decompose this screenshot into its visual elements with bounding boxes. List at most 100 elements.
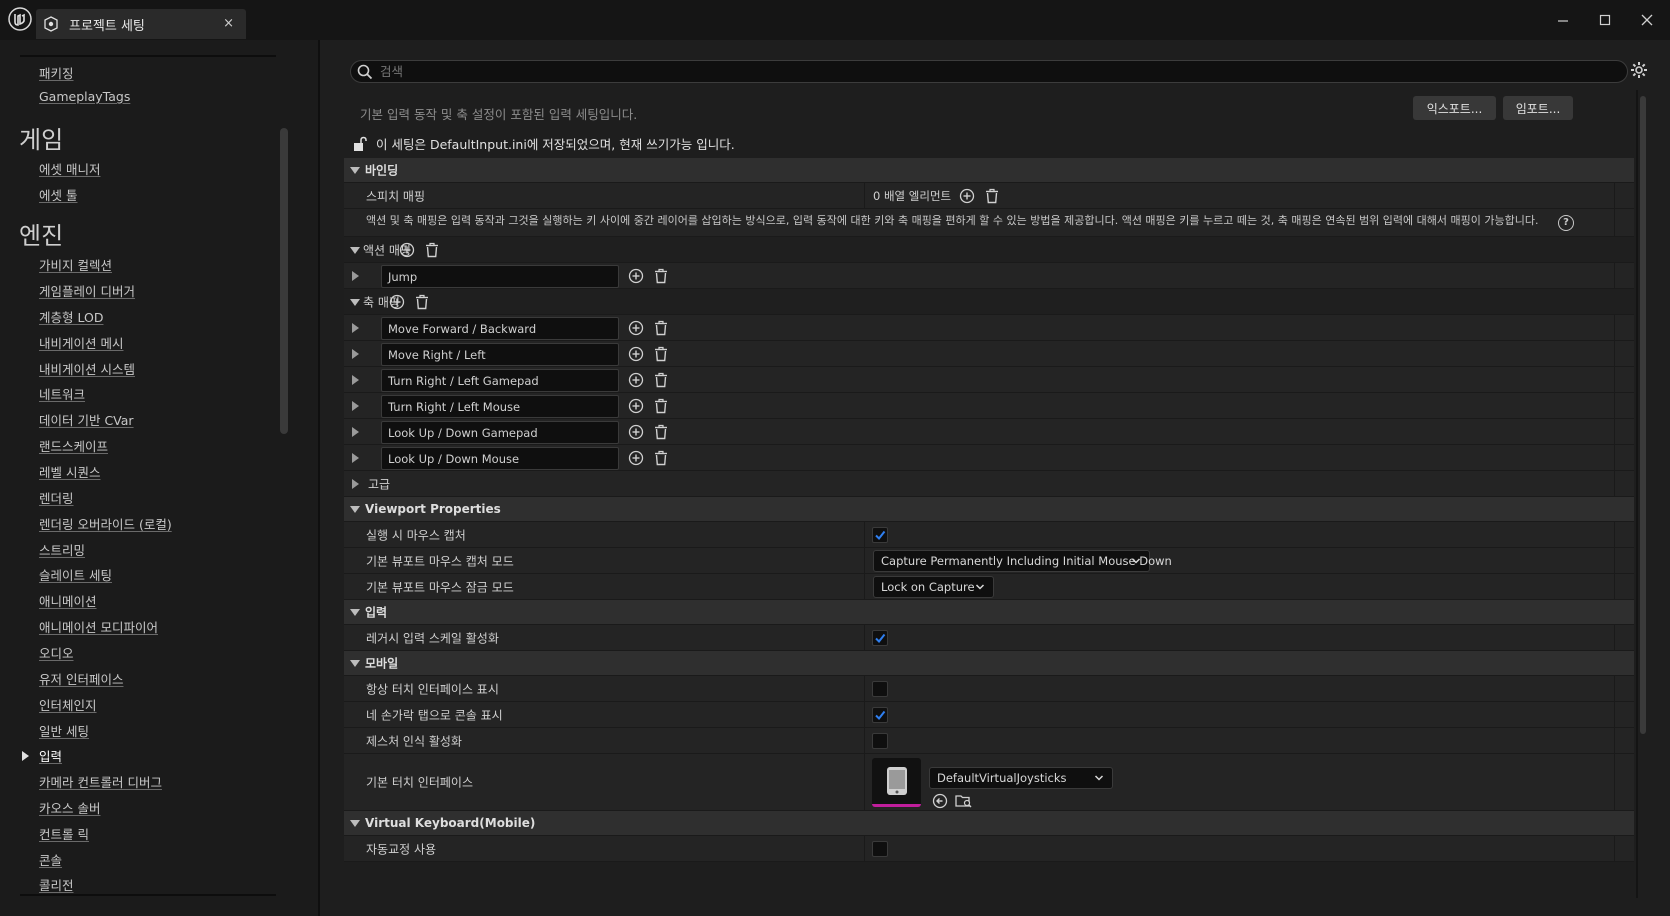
- add-element-icon[interactable]: [627, 397, 645, 415]
- sidebar-item[interactable]: 유저 인터페이스: [39, 669, 123, 688]
- mapping-name-field[interactable]: Move Forward / Backward: [381, 317, 619, 340]
- sidebar-scrollbar[interactable]: [280, 128, 288, 434]
- sidebar-item-packaging[interactable]: 패키징: [39, 63, 74, 82]
- sidebar-item[interactable]: 카메라 컨트롤러 디버그: [39, 772, 162, 791]
- mapping-name-field[interactable]: Move Right / Left: [381, 343, 619, 366]
- sidebar-item[interactable]: 내비게이션 메시: [39, 333, 123, 352]
- trash-icon[interactable]: [652, 345, 670, 363]
- action-mapping-header[interactable]: 액션 매핑: [344, 237, 1634, 263]
- section-mobile[interactable]: 모바일: [344, 651, 1634, 676]
- use-selected-asset-icon[interactable]: [931, 792, 949, 810]
- checkbox-unchecked[interactable]: [872, 840, 888, 857]
- expand-arrow-icon[interactable]: [352, 400, 359, 411]
- mapping-name-field[interactable]: Turn Right / Left Gamepad: [381, 369, 619, 392]
- mapping-name-field[interactable]: Look Up / Down Mouse: [381, 447, 619, 470]
- sidebar-item[interactable]: 가비지 컬렉션: [39, 255, 112, 274]
- add-element-icon[interactable]: [627, 371, 645, 389]
- sidebar-item[interactable]: 렌더링 오버라이드 (로컬): [39, 514, 172, 533]
- trash-icon[interactable]: [652, 371, 670, 389]
- sidebar-item[interactable]: 컨트롤 릭: [39, 824, 89, 843]
- add-element-icon[interactable]: [627, 423, 645, 441]
- gear-icon[interactable]: [1630, 61, 1650, 81]
- mapping-name-field[interactable]: Look Up / Down Gamepad: [381, 421, 619, 444]
- mapping-name-field[interactable]: Jump: [381, 265, 619, 288]
- trash-icon[interactable]: [983, 187, 1001, 205]
- add-element-icon[interactable]: [627, 267, 645, 285]
- trash-icon[interactable]: [652, 267, 670, 285]
- collapse-arrow-icon: [350, 820, 360, 827]
- trash-icon[interactable]: [652, 449, 670, 467]
- capture-mode-dropdown[interactable]: Capture Permanently Including Initial Mo…: [873, 549, 1172, 572]
- section-virtual-keyboard[interactable]: Virtual Keyboard(Mobile): [344, 811, 1634, 836]
- close-tab-icon[interactable]: ×: [223, 16, 234, 31]
- trash-icon[interactable]: [652, 423, 670, 441]
- expand-arrow-icon[interactable]: [352, 478, 359, 489]
- main-scrollbar[interactable]: [1640, 96, 1646, 734]
- section-title: Viewport Properties: [365, 502, 501, 516]
- sidebar-item[interactable]: 콜리전: [39, 875, 74, 894]
- lock-mode-dropdown[interactable]: Lock on Capture: [873, 575, 994, 598]
- minimize-icon[interactable]: [1550, 10, 1576, 30]
- search-input[interactable]: [380, 64, 1580, 79]
- section-input[interactable]: 입력: [344, 600, 1634, 625]
- search-box[interactable]: [350, 60, 1628, 83]
- add-element-icon[interactable]: [388, 293, 406, 311]
- close-icon[interactable]: [1634, 10, 1660, 30]
- sidebar-item[interactable]: 레벨 시퀀스: [39, 462, 100, 481]
- sidebar-item[interactable]: 네트워크: [39, 384, 85, 403]
- expand-arrow-icon[interactable]: [352, 426, 359, 437]
- expand-arrow-icon[interactable]: [352, 452, 359, 463]
- mapping-name-field[interactable]: Turn Right / Left Mouse: [381, 395, 619, 418]
- sidebar-item[interactable]: 애니메이션 모디파이어: [39, 617, 158, 636]
- touch-interface-dropdown[interactable]: DefaultVirtualJoysticks: [929, 767, 1113, 789]
- export-button[interactable]: 익스포트...: [1413, 96, 1496, 120]
- add-element-icon[interactable]: [627, 345, 645, 363]
- add-element-icon[interactable]: [627, 449, 645, 467]
- checkbox-unchecked[interactable]: [872, 732, 888, 749]
- add-element-icon[interactable]: [627, 319, 645, 337]
- sidebar-item[interactable]: 계층형 LOD: [39, 307, 103, 326]
- sidebar-item[interactable]: 카오스 솔버: [39, 798, 100, 817]
- expand-arrow-icon[interactable]: [352, 270, 359, 281]
- add-element-icon[interactable]: [398, 241, 416, 259]
- section-viewport-properties[interactable]: Viewport Properties: [344, 497, 1634, 522]
- expand-arrow-icon[interactable]: [352, 322, 359, 333]
- section-bindings[interactable]: 바인딩: [344, 158, 1634, 183]
- sidebar-item-input[interactable]: 입력: [39, 746, 62, 765]
- sidebar-item[interactable]: 인터체인지: [39, 695, 97, 714]
- sidebar-item[interactable]: 슬레이트 세팅: [39, 565, 112, 584]
- sidebar-item[interactable]: 랜드스케이프: [39, 436, 108, 455]
- trash-icon[interactable]: [652, 319, 670, 337]
- trash-icon[interactable]: [413, 293, 431, 311]
- checkbox-unchecked[interactable]: [872, 680, 888, 697]
- sidebar-item[interactable]: 오디오: [39, 643, 74, 662]
- axis-mapping-header[interactable]: 축 매핑: [344, 289, 1634, 315]
- unlock-icon[interactable]: [352, 136, 368, 152]
- advanced-row[interactable]: 고급: [344, 471, 1634, 497]
- expand-arrow-icon[interactable]: [352, 348, 359, 359]
- sidebar-item[interactable]: 내비게이션 시스템: [39, 359, 135, 378]
- checkbox-checked[interactable]: [872, 706, 888, 723]
- sidebar-item[interactable]: 게임플레이 디버거: [39, 281, 135, 300]
- tab-project-settings[interactable]: 프로젝트 세팅 ×: [36, 9, 246, 39]
- sidebar-item-gameplaytags[interactable]: GameplayTags: [39, 89, 130, 104]
- sidebar-item[interactable]: 애니메이션: [39, 591, 97, 610]
- trash-icon[interactable]: [423, 241, 441, 259]
- sidebar-item[interactable]: 스트리밍: [39, 540, 85, 559]
- import-button[interactable]: 임포트...: [1503, 96, 1573, 120]
- checkbox-checked[interactable]: [872, 526, 888, 543]
- asset-thumbnail[interactable]: [872, 758, 921, 807]
- sidebar-item[interactable]: 데이터 기반 CVar: [39, 410, 134, 429]
- help-icon[interactable]: ?: [1558, 214, 1574, 231]
- checkbox-checked[interactable]: [872, 629, 888, 646]
- browse-asset-icon[interactable]: [955, 792, 973, 810]
- sidebar-item[interactable]: 렌더링: [39, 488, 74, 507]
- sidebar-item[interactable]: 일반 세팅: [39, 721, 89, 740]
- expand-arrow-icon[interactable]: [352, 374, 359, 385]
- sidebar-item-asset-tools[interactable]: 에셋 툴: [39, 185, 77, 204]
- sidebar-item-asset-manager[interactable]: 에셋 매니저: [39, 159, 100, 178]
- sidebar-item[interactable]: 콘솔: [39, 850, 62, 869]
- add-element-icon[interactable]: [958, 187, 976, 205]
- trash-icon[interactable]: [652, 397, 670, 415]
- maximize-icon[interactable]: [1592, 10, 1618, 30]
